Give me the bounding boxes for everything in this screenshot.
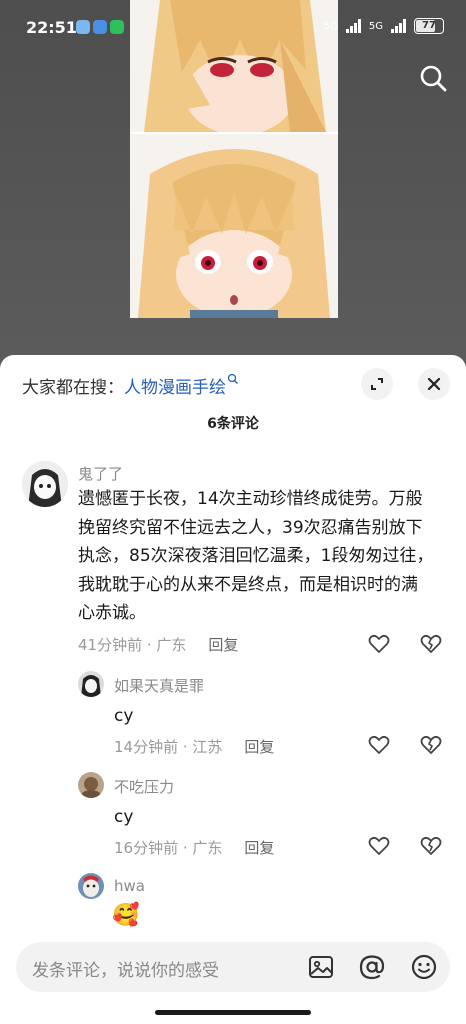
- reply-button[interactable]: 回复: [244, 736, 274, 757]
- video-area[interactable]: 22:51 5G 5G 77: [0, 0, 466, 372]
- comment-time-location: 16分钟前 · 广东: [114, 839, 223, 857]
- weather-app-icon: [76, 20, 90, 34]
- status-time: 22:51: [26, 18, 77, 37]
- status-right-icons: 5G 5G 77: [324, 18, 444, 34]
- broken-heart-icon[interactable]: [419, 632, 443, 656]
- reply-button[interactable]: 回复: [208, 634, 238, 655]
- comment-time-location: 14分钟前 · 江苏: [114, 738, 223, 756]
- battery-icon: 77: [414, 18, 444, 34]
- comment-input-bar[interactable]: 发条评论，说说你的感受: [16, 942, 450, 992]
- comment-meta: 41分钟前 · 广东 回复: [78, 634, 238, 655]
- comments-count-title: 6条评论: [207, 416, 259, 432]
- comment-username[interactable]: 鬼了了: [78, 463, 123, 484]
- search-icon: [420, 65, 447, 92]
- comment-username[interactable]: hwa: [114, 877, 145, 895]
- comment-sheet: 大家都在搜：人物漫画手绘 6条评论 鬼了了 遗憾匿于长夜，14次主动珍惜终成徒劳…: [0, 355, 466, 1024]
- avatar[interactable]: [78, 772, 104, 798]
- comment-location: 广东: [192, 839, 223, 857]
- network-label-1: 5G: [323, 20, 338, 32]
- comment-text: cy: [114, 807, 134, 827]
- comment-text: cy: [114, 706, 134, 726]
- anime-artwork-bottom: [130, 134, 338, 318]
- comment-username[interactable]: 如果天真是罪: [114, 675, 204, 696]
- trending-label: 大家都在搜：: [22, 378, 124, 398]
- heart-icon[interactable]: [367, 733, 391, 757]
- signal-icon-2: [391, 19, 406, 33]
- expand-button[interactable]: [361, 368, 393, 400]
- comment-time: 14分钟前: [114, 738, 179, 756]
- comment-location: 江苏: [192, 738, 223, 756]
- comment-time: 16分钟前: [114, 839, 179, 857]
- trending-keyword[interactable]: 人物漫画手绘: [124, 378, 226, 398]
- network-label-2: 5G: [368, 20, 383, 32]
- comment-text: 遗憾匿于长夜，14次主动珍惜终成徒劳。万般挽留终究留不住远去之人，39次忍痛告别…: [78, 489, 434, 623]
- close-icon: [427, 377, 441, 391]
- at-icon[interactable]: [359, 954, 385, 980]
- home-indicator[interactable]: [155, 1010, 311, 1015]
- signal-icon-1: [345, 19, 361, 33]
- avatar[interactable]: [22, 461, 68, 507]
- trending-search[interactable]: 大家都在搜：人物漫画手绘: [22, 373, 239, 398]
- comment-location: 广东: [156, 636, 187, 654]
- heart-icon[interactable]: [367, 632, 391, 656]
- comment-meta: 14分钟前 · 江苏 回复: [114, 736, 274, 757]
- status-bar: 22:51 5G 5G 77: [0, 0, 466, 56]
- comment-meta: 16分钟前 · 广东 回复: [114, 837, 274, 858]
- comment-input-placeholder[interactable]: 发条评论，说说你的感受: [32, 956, 219, 981]
- emoji-icon[interactable]: [411, 954, 437, 980]
- comment-username[interactable]: 不吃压力: [114, 776, 174, 797]
- close-button[interactable]: [418, 368, 450, 400]
- search-button[interactable]: [417, 62, 449, 94]
- image-icon[interactable]: [308, 954, 334, 980]
- small-search-icon: [227, 373, 238, 384]
- battery-level: 77: [422, 20, 436, 31]
- reply-button[interactable]: 回复: [244, 837, 274, 858]
- comment-time: 41分钟前: [78, 636, 143, 654]
- notification-icons: [76, 20, 124, 34]
- expand-icon: [371, 378, 383, 390]
- avatar[interactable]: [78, 873, 104, 899]
- broken-heart-icon[interactable]: [419, 834, 443, 858]
- phone-app-icon: [110, 20, 124, 34]
- comment-time-location: 41分钟前 · 广东: [78, 636, 187, 654]
- broken-heart-icon[interactable]: [419, 733, 443, 757]
- heart-icon[interactable]: [367, 834, 391, 858]
- comment-emoji: 🥰: [112, 903, 140, 928]
- avatar[interactable]: [78, 671, 104, 697]
- cloud-app-icon: [93, 20, 107, 34]
